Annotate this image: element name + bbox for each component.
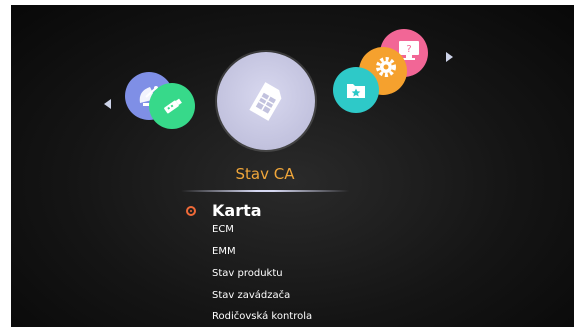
menu-item-rodicovska-kontrola[interactable]: Rodičovská kontrola <box>212 311 312 323</box>
folder-star-icon <box>347 84 365 98</box>
title-divider <box>181 190 349 192</box>
menu-item-stav-produktu[interactable]: Stav produktu <box>212 268 283 280</box>
carousel-item-usb[interactable] <box>149 83 195 129</box>
carousel-left-arrow-icon[interactable] <box>104 99 111 109</box>
carousel-item-ca-status[interactable] <box>217 52 315 150</box>
menu-item-ecm[interactable]: ECM <box>212 224 234 236</box>
section-title: Stav CA <box>235 165 295 183</box>
gear-icon <box>376 57 396 77</box>
svg-text:?: ? <box>406 44 411 55</box>
carousel-right-arrow-icon[interactable] <box>446 52 453 62</box>
tv-screen: ? Stav CA Karta ECM EMM Stav produktu St… <box>11 5 574 327</box>
usb-icon <box>164 98 182 114</box>
selection-marker-icon <box>186 206 196 216</box>
smartcard-icon <box>249 82 282 121</box>
menu-item-karta[interactable]: Karta <box>212 201 262 220</box>
carousel-item-folder[interactable] <box>333 67 379 113</box>
menu-item-stav-zavadzaca[interactable]: Stav zavádzača <box>212 290 290 302</box>
menu-item-emm[interactable]: EMM <box>212 246 236 258</box>
